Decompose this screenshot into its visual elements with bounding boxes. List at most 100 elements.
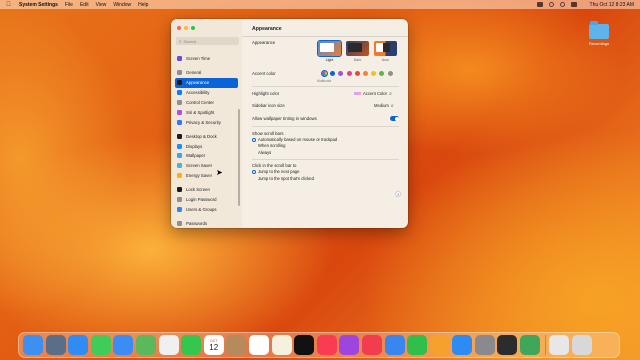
click-jump-to-spot[interactable]: Jump to the spot that's clicked xyxy=(252,176,314,181)
sidebar-item-displays[interactable]: Displays xyxy=(175,141,238,151)
appearance-auto[interactable]: Auto xyxy=(374,41,397,62)
highlight-color-popup[interactable]: Accent Color ⇵ xyxy=(354,91,392,96)
quicktime-icon[interactable] xyxy=(497,335,518,355)
sidebar-item-energy-saver[interactable]: Energy Saver xyxy=(175,171,238,181)
system-settings-icon[interactable] xyxy=(474,335,495,355)
appearance-dark-caption: Dark xyxy=(353,58,362,62)
accent-color-swatch[interactable] xyxy=(387,71,393,76)
sidebar-item-users-groups[interactable]: Users & Groups xyxy=(175,204,238,214)
sidebar-item-passwords[interactable]: Passwords xyxy=(175,218,238,228)
accent-color-swatch[interactable] xyxy=(330,71,336,76)
menu-view[interactable]: View xyxy=(96,2,107,8)
accent-multicolor[interactable] xyxy=(320,69,329,78)
privacy-security-icon xyxy=(177,119,182,125)
close-button[interactable] xyxy=(177,26,181,30)
mail-icon[interactable] xyxy=(113,335,134,355)
sidebar-item-screen-saver[interactable]: Screen Saver xyxy=(175,161,238,171)
sidebar-scrollbar[interactable] xyxy=(238,109,240,206)
sidebar-item-label: Wallpaper xyxy=(186,153,206,159)
accent-color-swatch[interactable] xyxy=(338,71,344,76)
accent-color-swatch[interactable] xyxy=(379,71,385,76)
search-field[interactable]: ⌕ Search xyxy=(176,37,239,45)
launchpad-icon[interactable] xyxy=(45,335,66,355)
accent-color-swatch[interactable] xyxy=(371,71,377,76)
accent-color-swatches xyxy=(320,69,393,78)
sidebar: ⌕ Search Screen Time General Appearance Acc… xyxy=(171,19,242,228)
scroll-bars-when-scrolling[interactable]: When scrolling xyxy=(252,143,285,148)
users-groups-icon xyxy=(177,206,182,212)
scroll-bars-always[interactable]: Always xyxy=(252,150,271,155)
radio-button[interactable] xyxy=(252,169,256,174)
spotlight-icon[interactable] xyxy=(559,2,565,7)
menu-window[interactable]: Window xyxy=(113,2,131,8)
wallpaper-tinting-toggle[interactable] xyxy=(390,116,399,121)
calendar-icon[interactable]: OCT 12 xyxy=(203,335,224,355)
keynote-icon[interactable] xyxy=(384,335,405,355)
sidebar-item-label: Login Password xyxy=(186,197,217,203)
downloads-icon[interactable] xyxy=(549,335,570,355)
appearance-icon xyxy=(177,80,182,86)
wallpaper-tinting-label: Allow wallpaper tinting in windows xyxy=(252,116,317,121)
accent-color-swatch[interactable] xyxy=(362,71,368,76)
numbers-icon[interactable] xyxy=(407,335,428,355)
sidebar-item-general[interactable]: General xyxy=(175,68,238,78)
sidebar-item-control-center[interactable]: Control Center xyxy=(175,98,238,108)
finder-icon[interactable] xyxy=(23,335,43,355)
sidebar-item-siri-spotlight[interactable]: Siri & Spotlight xyxy=(175,107,238,117)
app-store-icon[interactable] xyxy=(452,335,473,355)
wifi-icon[interactable] xyxy=(548,2,554,7)
menu-app-name[interactable]: System Settings xyxy=(19,2,58,8)
pages-icon[interactable] xyxy=(429,335,450,355)
podcasts-icon[interactable] xyxy=(339,335,360,355)
light-thumbnail xyxy=(316,39,343,58)
preview-icon[interactable] xyxy=(520,335,541,355)
help-button[interactable]: ? xyxy=(395,191,401,197)
messages-icon[interactable] xyxy=(90,335,111,355)
battery-icon[interactable] xyxy=(536,2,543,7)
minimize-button[interactable] xyxy=(184,26,188,30)
apple-tv-icon[interactable] xyxy=(294,335,315,355)
appearance-dark[interactable]: Dark xyxy=(346,41,369,62)
facetime-icon[interactable] xyxy=(181,335,202,355)
safari-icon[interactable] xyxy=(68,335,89,355)
sidebar-item-label: Displays xyxy=(186,143,203,149)
click-jump-next-page[interactable]: Jump to the next page xyxy=(252,169,299,174)
divider xyxy=(252,159,399,160)
trash-icon[interactable] xyxy=(571,335,592,355)
desktop-folder[interactable]: Recordings xyxy=(587,21,611,46)
menu-clock[interactable]: Thu Oct 12 8:23 AM xyxy=(590,2,634,8)
menu-help[interactable]: Help xyxy=(138,2,148,8)
accent-color-swatch[interactable] xyxy=(354,71,360,76)
sidebar-item-label: Lock Screen xyxy=(186,187,210,193)
sidebar-item-accessibility[interactable]: Accessibility xyxy=(175,88,238,98)
sidebar-item-login-password[interactable]: Login Password xyxy=(175,195,238,205)
radio-button[interactable] xyxy=(252,137,256,142)
notes-icon[interactable] xyxy=(271,335,292,355)
control-center-icon[interactable] xyxy=(570,2,577,7)
photos-icon[interactable] xyxy=(158,335,179,355)
appearance-options: Light Dark Auto xyxy=(316,39,397,62)
sidebar-item-screen-time[interactable]: Screen Time xyxy=(175,54,238,64)
news-icon[interactable] xyxy=(361,335,382,355)
contacts-icon[interactable] xyxy=(226,335,247,355)
menu-edit[interactable]: Edit xyxy=(80,2,89,8)
maps-icon[interactable] xyxy=(135,335,156,355)
zoom-button[interactable] xyxy=(191,26,195,30)
accent-color-swatch[interactable] xyxy=(346,71,352,76)
sidebar-icon-size-popup[interactable]: Medium ⇵ xyxy=(374,103,394,108)
sidebar-item-lock-screen[interactable]: Lock Screen xyxy=(175,185,238,195)
sidebar-item-privacy-security[interactable]: Privacy & Security xyxy=(175,117,238,127)
appearance-light[interactable]: Light xyxy=(316,39,343,62)
menu-file[interactable]: File xyxy=(65,2,73,8)
sidebar-item-desktop-dock[interactable]: Desktop & Dock xyxy=(175,131,238,141)
energy-saver-icon xyxy=(177,173,182,179)
accent-color-label: Accent color xyxy=(252,71,276,76)
sidebar-item-appearance[interactable]: Appearance xyxy=(175,77,238,88)
sidebar-item-label: Privacy & Security xyxy=(186,119,221,125)
reminders-icon[interactable] xyxy=(248,335,269,355)
scroll-bars-automatic[interactable]: Automatically based on mouse or trackpad xyxy=(252,137,337,142)
music-icon[interactable] xyxy=(316,335,337,355)
click-jump-to-spot-label: Jump to the spot that's clicked xyxy=(258,176,314,181)
apple-icon[interactable]:  xyxy=(4,2,13,8)
sidebar-item-wallpaper[interactable]: Wallpaper xyxy=(175,151,238,161)
